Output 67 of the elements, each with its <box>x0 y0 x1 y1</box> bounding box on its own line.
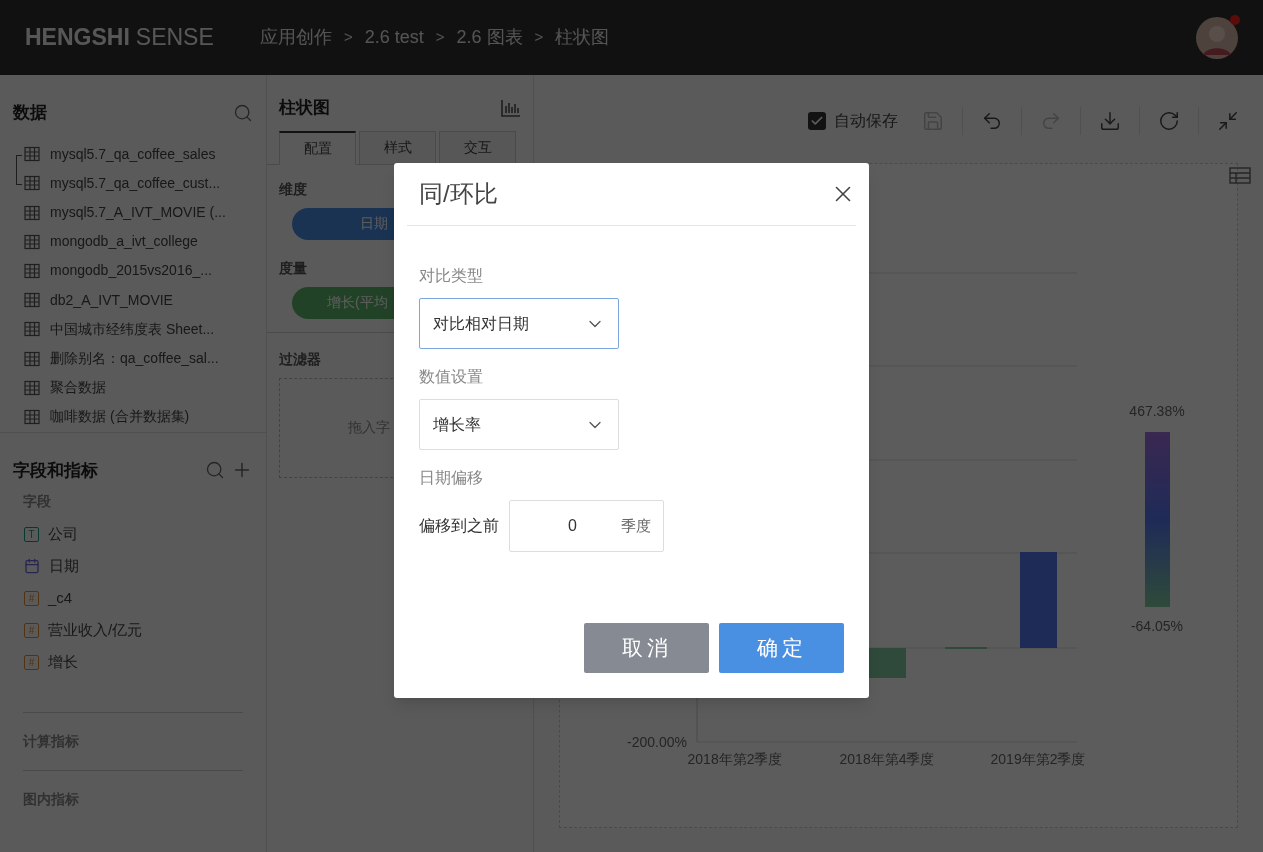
dataset-item[interactable]: mongodb_a_ivt_college <box>50 231 198 253</box>
text-type-icon: T <box>24 526 39 542</box>
breadcrumb-separator: > <box>534 27 544 48</box>
check-icon <box>810 114 824 128</box>
number-type-icon: # <box>24 654 39 670</box>
dataset-item[interactable]: 中国城市经纬度表 Sheet... <box>50 318 215 340</box>
breadcrumb-item[interactable]: 2.6 图表 <box>456 24 523 51</box>
search-icon[interactable] <box>233 102 253 123</box>
tab[interactable]: 样式 <box>359 130 436 165</box>
breadcrumb-separator: > <box>435 27 445 48</box>
table-icon <box>24 408 40 425</box>
section-title: 维度 <box>279 179 307 199</box>
table-icon <box>24 233 40 250</box>
table-icon <box>24 262 40 279</box>
select-field[interactable]: 增长率 <box>419 399 619 450</box>
dataset-item[interactable]: mysql5.7_qa_coffee_cust... <box>50 172 221 194</box>
panel-title: 柱状图 <box>279 97 330 119</box>
avatar[interactable] <box>1196 16 1238 59</box>
field-item[interactable]: 日期 <box>49 554 79 578</box>
tab[interactable]: 配置 <box>279 130 356 165</box>
breadcrumb-separator: > <box>344 27 353 48</box>
field-item[interactable]: _c4 <box>48 586 73 610</box>
logo-text: SENSE <box>135 23 214 53</box>
dataset-item[interactable]: mysql5.7_A_IVT_MOVIE (... <box>50 202 226 223</box>
logo-text: HENGSHI <box>25 23 130 53</box>
select-field[interactable]: 对比相对日期 <box>419 298 619 349</box>
tab[interactable]: 交互 <box>439 130 516 165</box>
field-item[interactable]: 公司 <box>48 522 78 546</box>
dataset-item[interactable]: 聚合数据 <box>50 377 106 399</box>
breadcrumb-item[interactable]: 柱状图 <box>555 24 610 51</box>
panel-title: 字段和指标 <box>13 459 98 482</box>
breadcrumb-item[interactable]: 应用创作 <box>260 24 332 51</box>
search-icon[interactable] <box>205 460 225 481</box>
offset-input[interactable]: 0 季度 <box>509 500 664 552</box>
offset-label: 偏移到之前 <box>419 516 499 536</box>
section-title: 度量 <box>279 258 307 278</box>
number-type-icon: # <box>24 590 39 606</box>
table-icon <box>24 175 40 192</box>
table-icon <box>24 350 40 367</box>
confirm-button[interactable]: 确定 <box>719 623 844 673</box>
number-type-icon: # <box>24 622 39 638</box>
field-label: 数值设置 <box>419 367 484 387</box>
dataset-item[interactable]: db2_A_IVT_MOVIE <box>50 289 173 311</box>
checkbox[interactable] <box>808 112 826 130</box>
calendar-icon <box>24 558 40 574</box>
breadcrumb-item[interactable]: 2.6 test <box>364 24 424 51</box>
table-view-icon[interactable] <box>1229 167 1251 184</box>
autosave-label: 自动保存 <box>834 111 898 131</box>
section-title: 过滤器 <box>279 349 321 369</box>
panel-title: 数据 <box>13 102 47 124</box>
dialog-title: 同/环比 <box>419 179 498 209</box>
table-icon <box>24 292 40 309</box>
dataset-item[interactable]: mysql5.7_qa_coffee_sales <box>50 143 216 165</box>
bar-chart-icon[interactable] <box>501 98 521 117</box>
dataset-item[interactable]: 删除别名：qa_coffee_sal... <box>50 348 219 369</box>
dataset-item[interactable]: mongodb_2015vs2016_... <box>50 260 212 282</box>
dataset-item[interactable]: 咖啡数据 (合并数据集) <box>50 406 190 428</box>
unit-label: 季度 <box>621 515 651 536</box>
table-icon <box>24 204 40 221</box>
field-label: 对比类型 <box>419 266 484 286</box>
field-label: 日期偏移 <box>419 468 484 488</box>
field-item[interactable]: 增长 <box>48 650 78 674</box>
table-icon <box>24 321 40 338</box>
table-icon <box>24 379 40 396</box>
table-icon <box>24 146 40 163</box>
cancel-button[interactable]: 取消 <box>584 623 709 673</box>
field-item[interactable]: 营业收入/亿元 <box>48 618 143 642</box>
